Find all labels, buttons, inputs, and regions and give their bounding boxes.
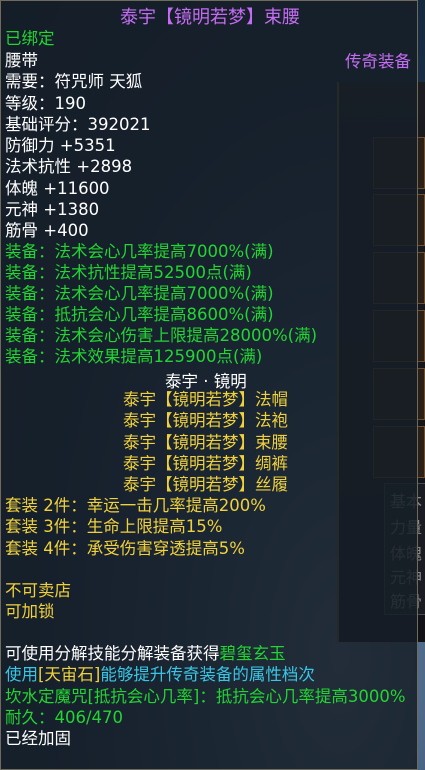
bound-status: 已绑定	[5, 29, 55, 48]
use-prefix: 使用	[5, 665, 38, 684]
item-requirement: 需要：符咒师 天狐	[5, 72, 143, 91]
set-piece: 泰宇【镜明若梦】法袍	[123, 411, 288, 430]
item-title: 泰宇【镜明若梦】束腰	[120, 7, 300, 28]
item-tooltip: 泰宇【镜明若梦】束腰 传奇装备 已绑定 腰带 需要：符咒师 天狐 等级：190 …	[0, 0, 418, 770]
set-bonus: 套装 4件：承受伤害穿透提高5%	[5, 539, 245, 558]
reinforced-status: 已经加固	[5, 729, 71, 748]
stat-magic-resist: 法术抗性 +2898	[5, 157, 133, 176]
lockable-flag: 可加锁	[5, 602, 55, 621]
equip-effect: 装备：法术效果提高125900点(满)	[5, 347, 263, 366]
upgrade-item-link[interactable]: [天宙石]	[38, 665, 100, 684]
upgrade-hint: 使用[天宙石]能够提升传奇装备的属性档次	[5, 661, 315, 685]
rarity-label: 传奇装备	[345, 52, 411, 71]
set-bonus: 套装 3件：生命上限提高15%	[5, 517, 223, 536]
use-suffix: 能够提升传奇装备的属性档次	[100, 665, 315, 684]
